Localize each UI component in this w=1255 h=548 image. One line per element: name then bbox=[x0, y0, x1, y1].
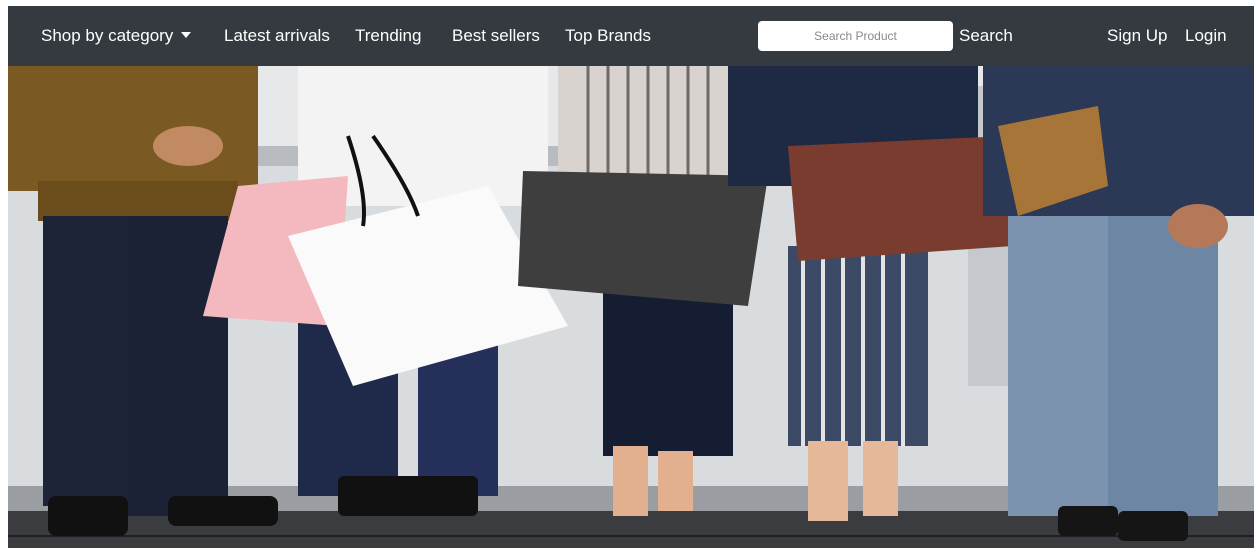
caret-down-icon bbox=[181, 31, 192, 38]
nav-top-brands[interactable]: Top Brands bbox=[565, 26, 651, 46]
nav-best-sellers[interactable]: Best sellers bbox=[452, 26, 540, 46]
login-link[interactable]: Login bbox=[1185, 26, 1227, 46]
top-navbar: Shop by category Latest arrivals Trendin… bbox=[8, 6, 1254, 66]
shop-by-category-dropdown[interactable]: Shop by category bbox=[41, 26, 192, 46]
nav-trending[interactable]: Trending bbox=[355, 26, 421, 46]
shop-by-category-label: Shop by category bbox=[41, 26, 174, 45]
search-button[interactable]: Search bbox=[959, 26, 1013, 46]
hero-banner bbox=[8, 66, 1254, 548]
sign-up-link[interactable]: Sign Up bbox=[1107, 26, 1167, 46]
search-input[interactable] bbox=[758, 21, 953, 51]
nav-latest-arrivals[interactable]: Latest arrivals bbox=[224, 26, 330, 46]
page-frame: Shop by category Latest arrivals Trendin… bbox=[8, 6, 1254, 548]
shopping-bags-photo-icon bbox=[8, 66, 1254, 548]
